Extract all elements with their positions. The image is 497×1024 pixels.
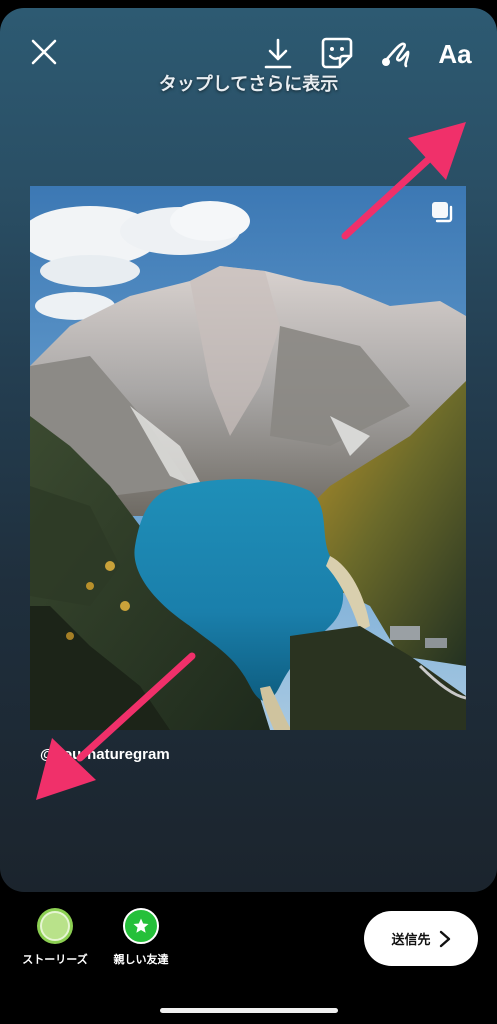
- close-friends-star-icon: [123, 908, 159, 944]
- send-to-button[interactable]: 送信先: [364, 911, 478, 966]
- stories-label: ストーリーズ: [22, 953, 88, 966]
- close-friends-label: 親しい友達: [113, 953, 169, 966]
- avatar: [37, 908, 73, 944]
- share-to-stories[interactable]: ストーリーズ: [10, 908, 100, 967]
- arrow-bottom-left: [36, 652, 196, 800]
- chevron-right-icon: [439, 930, 450, 947]
- arrow-top-right: [341, 122, 466, 240]
- share-to-close-friends[interactable]: 親しい友達: [96, 908, 186, 967]
- send-label: 送信先: [391, 933, 431, 948]
- annotation-arrows: [36, 122, 466, 800]
- home-indicator[interactable]: [160, 1008, 338, 1013]
- story-canvas[interactable]: Aa タップしてさらに表示 @yournaturegram: [0, 8, 497, 892]
- story-editor-screen: Aa タップしてさらに表示 @yournaturegram ストーリーズ 親しい…: [0, 0, 497, 1024]
